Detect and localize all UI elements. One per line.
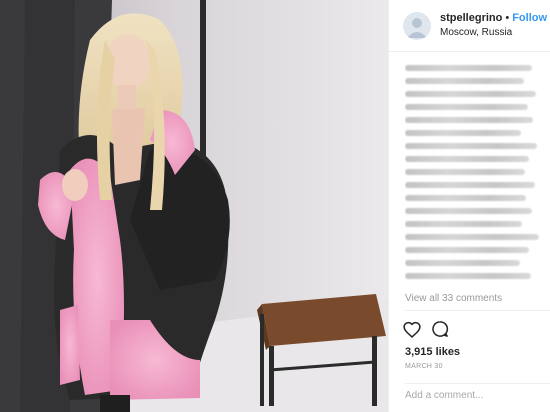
heart-icon bbox=[403, 321, 421, 338]
instagram-post-screenshot: stpellegrino • Follow Moscow, Russia Vie… bbox=[0, 0, 550, 412]
post-photo bbox=[0, 0, 388, 412]
caption-line bbox=[405, 169, 526, 175]
caption-line bbox=[405, 195, 527, 201]
caption-line bbox=[405, 247, 530, 253]
username-line: stpellegrino • Follow bbox=[440, 12, 547, 25]
caption-line bbox=[405, 78, 524, 84]
caption-line bbox=[405, 117, 534, 123]
caption-line bbox=[405, 91, 537, 97]
caption-line bbox=[405, 273, 531, 279]
avatar-placeholder-icon bbox=[407, 17, 427, 38]
username-link[interactable]: stpellegrino bbox=[440, 12, 502, 24]
likes-count[interactable]: 3,915 likes bbox=[405, 346, 460, 358]
comment-button[interactable] bbox=[431, 320, 449, 338]
caption-line bbox=[405, 182, 535, 188]
add-comment-input[interactable] bbox=[405, 390, 541, 401]
caption-line bbox=[405, 65, 532, 71]
location-link[interactable]: Moscow, Russia bbox=[440, 27, 547, 39]
post-header: stpellegrino • Follow Moscow, Russia bbox=[389, 0, 550, 52]
post-date: MARCH 30 bbox=[405, 363, 443, 370]
post-actions bbox=[403, 320, 449, 338]
like-button[interactable] bbox=[403, 320, 421, 338]
divider bbox=[405, 383, 550, 384]
post-sidebar: stpellegrino • Follow Moscow, Russia Vie… bbox=[388, 0, 550, 412]
comment-bubble-icon bbox=[432, 321, 449, 337]
caption-line bbox=[405, 260, 520, 266]
caption-line bbox=[405, 208, 532, 214]
caption-line bbox=[405, 234, 539, 240]
caption-line bbox=[405, 130, 521, 136]
caption-line bbox=[405, 221, 523, 227]
caption-line bbox=[405, 143, 538, 149]
separator-dot: • bbox=[505, 11, 510, 24]
caption-line bbox=[405, 104, 528, 110]
post-header-info: stpellegrino • Follow Moscow, Russia bbox=[440, 12, 547, 39]
post-photo-illustration bbox=[0, 0, 388, 412]
follow-button[interactable]: Follow bbox=[512, 12, 547, 24]
user-avatar[interactable] bbox=[403, 11, 431, 40]
divider bbox=[405, 310, 550, 311]
caption-line bbox=[405, 156, 530, 162]
post-caption-blurred bbox=[405, 58, 543, 284]
view-all-comments-link[interactable]: View all 33 comments bbox=[405, 293, 502, 304]
